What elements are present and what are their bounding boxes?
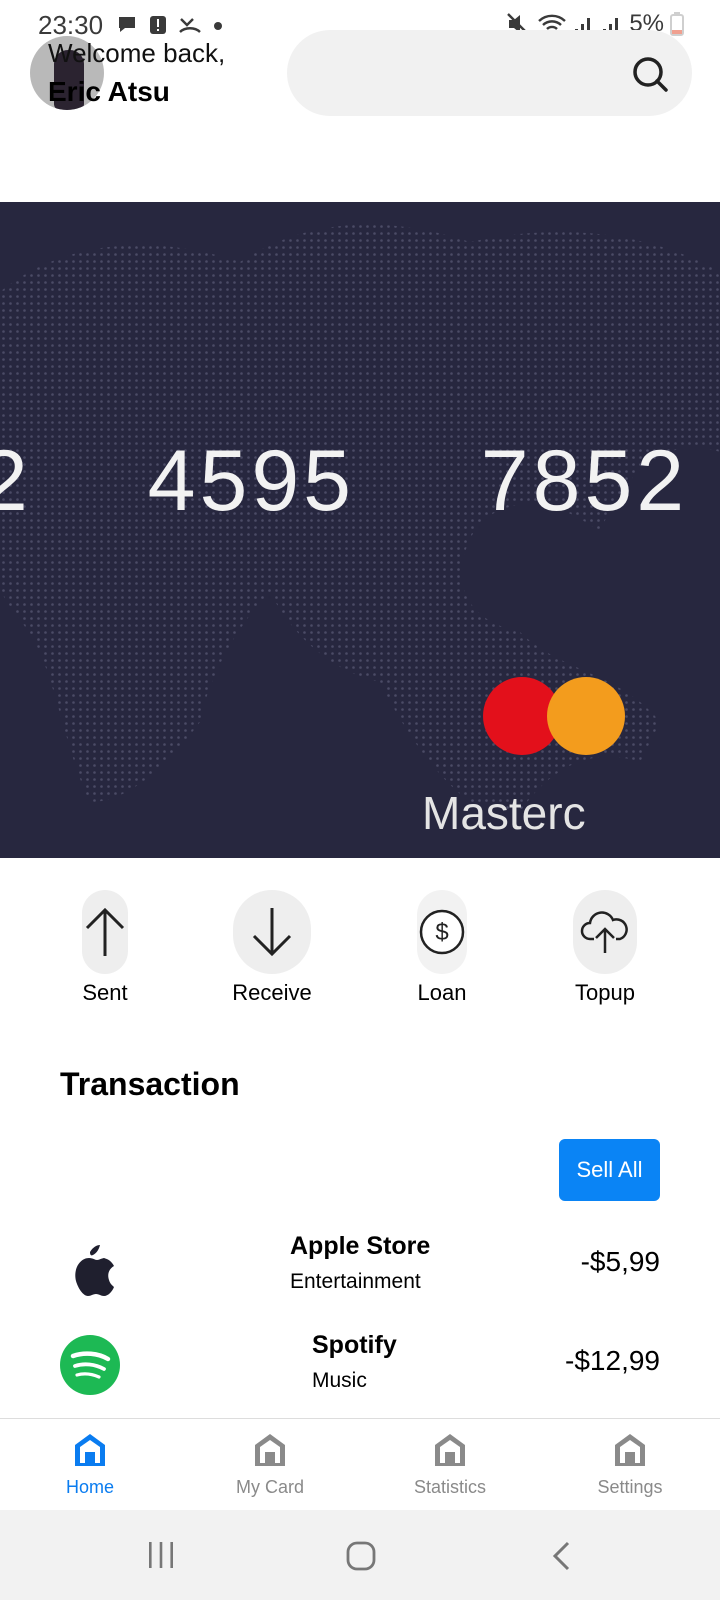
sent-button[interactable]: Sent [55,890,155,1006]
card-number-group: 4595 [147,433,355,529]
recent-apps-icon[interactable] [146,1540,176,1570]
receive-button[interactable]: Receive [222,890,322,1006]
topup-button[interactable]: Topup [555,890,655,1006]
transaction-row[interactable]: Spotify Music -$12,99 [0,1325,720,1405]
action-label: Topup [575,980,635,1005]
transaction-row[interactable]: Apple Store Entertainment -$5,99 [0,1226,720,1306]
spotify-logo-icon [60,1335,120,1395]
battery-icon [670,12,684,36]
message-icon [119,17,135,32]
tab-my-card[interactable]: My Card [210,1431,330,1498]
welcome-text: Welcome back, [48,38,226,68]
transaction-amount: -$12,99 [565,1345,660,1376]
tab-home[interactable]: Home [30,1431,150,1498]
dot-icon [214,22,222,30]
cloud-upload-icon [580,911,628,953]
quick-actions: Sent Receive $ Loan Topup [0,890,720,1010]
system-navigation-bar [0,1510,720,1600]
arrow-up-icon [85,907,125,956]
transaction-amount: -$5,99 [580,1246,660,1277]
action-label: Receive [232,980,312,1005]
card-brand: Masterc [422,787,586,839]
action-label: Sent [82,980,128,1005]
tab-statistics[interactable]: Statistics [390,1431,510,1498]
alert-icon [150,16,166,34]
user-name: Eric Atsu [48,76,170,107]
arrow-down-icon [252,908,292,957]
search-input[interactable] [287,30,692,116]
status-notification-icons [116,14,224,36]
payment-card[interactable]: 2 4595 7852 Masterc [0,202,720,858]
transaction-name: Apple Store [290,1232,431,1260]
action-label: Loan [417,980,467,1005]
search-icon[interactable] [630,54,670,94]
tab-label: Settings [597,1477,663,1497]
transactions-title: Transaction [60,1066,240,1102]
home-button-icon[interactable] [345,1540,377,1572]
transaction-name: Spotify [312,1331,397,1359]
transaction-category: Entertainment [290,1270,421,1293]
tab-label: My Card [235,1477,304,1497]
home-icon [435,1434,465,1466]
card-number-group: 2 [0,433,32,529]
tab-label: Statistics [413,1477,487,1497]
loan-button[interactable]: $ Loan [392,890,492,1006]
mastercard-logo-orange-circle [547,677,625,755]
card-number: 2 4595 7852 [0,432,700,531]
tab-settings[interactable]: Settings [570,1431,690,1498]
home-icon [255,1434,285,1466]
svg-text:$: $ [435,919,448,946]
see-all-button[interactable]: Sell All [559,1139,660,1201]
card-number-group: 7852 [480,433,689,529]
apple-logo-icon [75,1245,114,1296]
home-icon [615,1434,645,1466]
transaction-category: Music [312,1369,367,1392]
home-icon [75,1434,105,1466]
bottom-navigation: Home My Card Statistics Settings [0,1418,720,1510]
call-missed-icon [179,18,201,33]
dollar-icon: $ [419,909,465,955]
tab-label: Home [65,1477,114,1497]
back-icon[interactable] [550,1540,574,1572]
